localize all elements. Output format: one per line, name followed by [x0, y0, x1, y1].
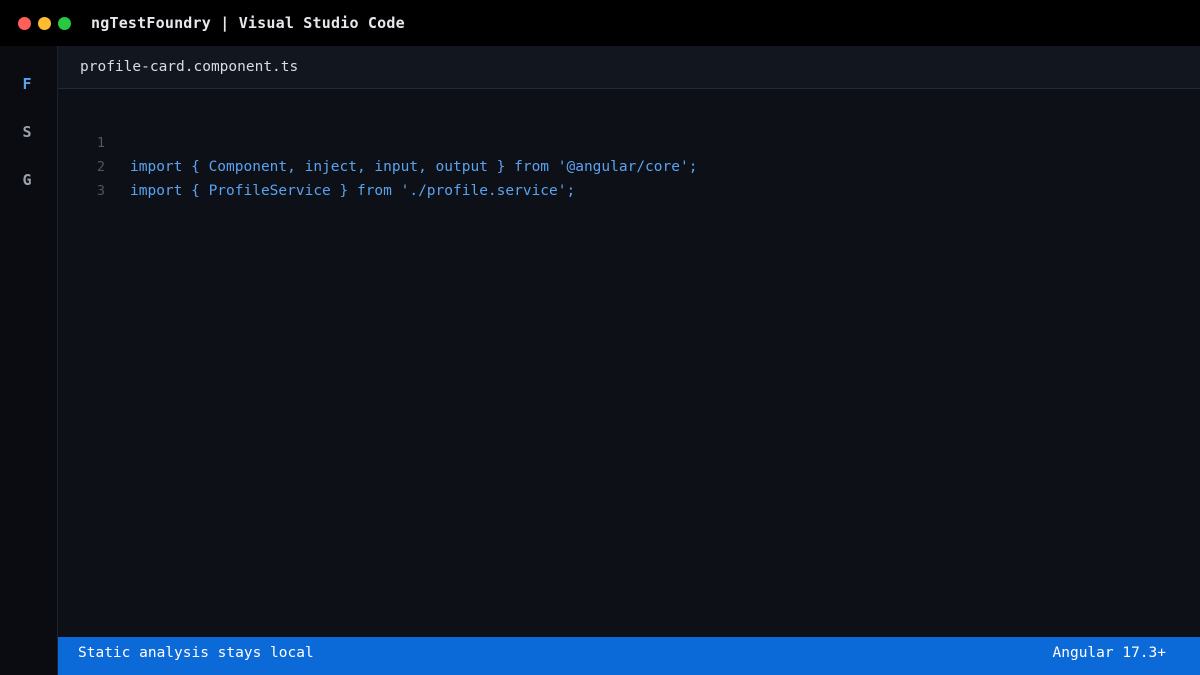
minimize-window-button[interactable]	[38, 16, 51, 30]
code-text[interactable]: import { Component, inject, input, outpu…	[130, 155, 697, 179]
code-editor[interactable]: 1 import { Component, inject, input, out…	[58, 89, 1200, 637]
line-number: 3	[96, 183, 105, 199]
activity-item-git[interactable]: G	[0, 171, 54, 189]
tab-profile-card-component[interactable]: profile-card.component.ts	[80, 46, 298, 88]
code-text[interactable]: import { ProfileService } from './profil…	[130, 179, 575, 203]
maximize-window-button[interactable]	[58, 16, 71, 30]
status-bar: Static analysis stays local Angular 17.3…	[58, 637, 1200, 675]
code-line: 2 import { ProfileService } from './prof…	[58, 131, 575, 199]
status-message: Static analysis stays local	[78, 645, 314, 661]
window-title: ngTestFoundry | Visual Studio Code	[91, 14, 405, 32]
close-window-button[interactable]	[18, 16, 31, 30]
editor-tab-bar: profile-card.component.ts	[58, 46, 1200, 89]
code-line: 3	[58, 155, 110, 199]
code-line: 1 import { Component, inject, input, out…	[58, 107, 698, 175]
activity-item-files[interactable]: F	[0, 75, 54, 93]
title-bar: ngTestFoundry | Visual Studio Code	[0, 0, 1200, 46]
activity-item-search[interactable]: S	[0, 123, 54, 141]
language-version-indicator[interactable]: Angular 17.3+	[1053, 637, 1167, 670]
activity-bar: F S G	[0, 46, 58, 675]
vscode-window: ngTestFoundry | Visual Studio Code F S G…	[0, 0, 1200, 675]
window-controls	[18, 16, 78, 30]
